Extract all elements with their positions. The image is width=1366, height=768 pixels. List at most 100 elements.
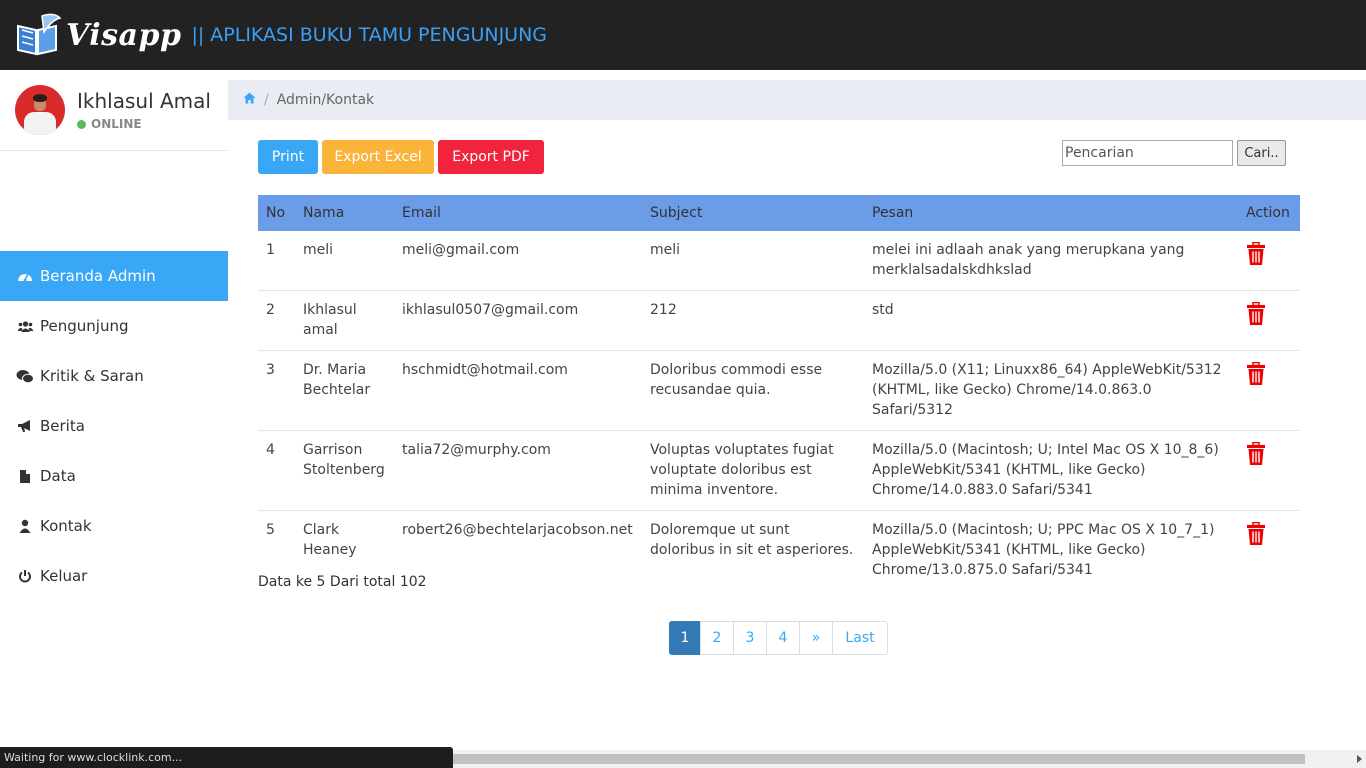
cell-action (1238, 231, 1300, 291)
bullhorn-icon (16, 418, 34, 434)
scrollbar-thumb[interactable] (453, 754, 1305, 764)
search-button[interactable]: Cari.. (1237, 140, 1286, 166)
sidebar-item-berita[interactable]: Berita (0, 401, 228, 451)
sidebar-item-label: Keluar (40, 567, 88, 585)
status-text: ONLINE (91, 117, 142, 131)
book-logo-icon (14, 12, 62, 58)
cell-subject: meli (650, 242, 681, 258)
column-header-action: Action (1246, 205, 1290, 221)
cell-no: 1 (266, 242, 275, 258)
dashboard-icon (16, 268, 34, 284)
trash-icon[interactable] (1246, 521, 1266, 552)
breadcrumb: / Admin/Kontak (228, 80, 1366, 120)
table-header-row: No Nama Email Subject Pesan Action (258, 195, 1300, 231)
sidebar-item-kritik-saran[interactable]: Kritik & Saran (0, 351, 228, 401)
table-row: 1 meli meli@gmail.com meli melei ini adl… (258, 231, 1300, 291)
cell-subject: Doloribus commodi esse recusandae quia. (642, 350, 864, 431)
user-name: Ikhlasul Amal (77, 89, 211, 113)
cell-email: ikhlasul0507@gmail.com (394, 290, 642, 351)
column-header-pesan: Pesan (872, 205, 914, 221)
home-icon[interactable] (243, 92, 256, 108)
breadcrumb-path: Admin/Kontak (276, 92, 375, 108)
cell-pesan: Mozilla/5.0 (Macintosh; U; PPC Mac OS X … (864, 510, 1238, 590)
logo-text: Visapp (66, 17, 182, 53)
trash-icon[interactable] (1246, 361, 1266, 392)
file-icon (16, 468, 34, 484)
cell-subject: Voluptas voluptates fugiat voluptate dol… (642, 430, 864, 511)
cell-no: 4 (258, 430, 295, 511)
cell-email: robert26@bechtelarjacobson.net (394, 510, 642, 590)
table-row: 3 Dr. Maria Bechtelar hschmidt@hotmail.c… (258, 350, 1300, 431)
sidebar-item-label: Data (40, 467, 76, 485)
top-navbar: Visapp || APLIKASI BUKU TAMU PENGUNJUNG (0, 0, 1366, 70)
trash-icon[interactable] (1246, 441, 1266, 472)
breadcrumb-separator: / (264, 92, 269, 108)
export-excel-button[interactable]: Export Excel (322, 140, 434, 174)
user-icon (16, 518, 34, 534)
page-1[interactable]: 1 (669, 621, 701, 655)
sidebar-item-beranda-admin[interactable]: Beranda Admin (0, 251, 228, 301)
cell-pesan: std (864, 290, 1238, 351)
scroll-right-arrow-icon[interactable] (1357, 755, 1362, 763)
power-icon (16, 568, 34, 584)
logo[interactable]: Visapp (14, 12, 181, 58)
cell-no: 3 (258, 350, 295, 431)
sidebar-item-pengunjung[interactable]: Pengunjung (0, 301, 228, 351)
cell-action (1238, 510, 1300, 590)
pagination: 1 2 3 4 » Last (669, 621, 888, 655)
data-info: Data ke 5 Dari total 102 (258, 574, 427, 590)
cell-nama: Ikhlasul amal (295, 290, 394, 351)
sidebar-item-label: Pengunjung (40, 317, 129, 335)
page-2[interactable]: 2 (700, 621, 734, 655)
users-icon (16, 318, 34, 334)
cell-nama: Garrison Stoltenberg (295, 430, 394, 511)
search-input[interactable] (1062, 140, 1233, 166)
cell-action (1238, 290, 1300, 351)
sidebar: Ikhlasul Amal ONLINE Beranda Admin Pengu… (0, 70, 228, 750)
sidebar-item-label: Kontak (40, 517, 92, 535)
cell-action (1238, 350, 1300, 431)
cell-nama: Dr. Maria Bechtelar (295, 350, 394, 431)
column-header-no: No (266, 205, 286, 221)
sidebar-item-label: Berita (40, 417, 85, 435)
trash-icon[interactable] (1246, 241, 1266, 272)
sidebar-menu: Beranda Admin Pengunjung Kritik & Saran … (0, 251, 228, 601)
online-dot-icon (77, 119, 86, 129)
user-status: ONLINE (77, 117, 211, 131)
sidebar-item-label: Beranda Admin (40, 267, 156, 285)
sidebar-item-kontak[interactable]: Kontak (0, 501, 228, 551)
page-last[interactable]: Last (832, 621, 888, 655)
cell-pesan: Mozilla/5.0 (X11; Linuxx86_64) AppleWebK… (864, 350, 1238, 431)
cell-no: 2 (258, 290, 295, 351)
cell-subject: 212 (642, 290, 864, 351)
browser-status-bar: Waiting for www.clocklink.com... (0, 747, 453, 768)
chat-icon (16, 368, 34, 384)
cell-email: hschmidt@hotmail.com (394, 350, 642, 431)
page-4[interactable]: 4 (766, 621, 800, 655)
avatar (15, 85, 65, 135)
page-next[interactable]: » (799, 621, 833, 655)
export-pdf-button[interactable]: Export PDF (438, 140, 544, 174)
table-row: 4 Garrison Stoltenberg talia72@murphy.co… (258, 430, 1300, 511)
page-3[interactable]: 3 (733, 621, 767, 655)
cell-nama: meli (303, 242, 334, 258)
print-button[interactable]: Print (258, 140, 318, 174)
horizontal-scrollbar[interactable] (453, 750, 1366, 768)
column-header-nama: Nama (303, 205, 345, 221)
cell-subject: Doloremque ut sunt doloribus in sit et a… (642, 510, 864, 590)
contacts-table: No Nama Email Subject Pesan Action 1 mel… (258, 195, 1300, 590)
sidebar-item-label: Kritik & Saran (40, 367, 144, 385)
cell-pesan: melei ini adlaah anak yang merupkana yan… (872, 242, 1185, 278)
column-header-subject: Subject (650, 205, 703, 221)
cell-pesan: Mozilla/5.0 (Macintosh; U; Intel Mac OS … (864, 430, 1238, 511)
user-panel: Ikhlasul Amal ONLINE (0, 70, 228, 151)
table-row: 2 Ikhlasul amal ikhlasul0507@gmail.com 2… (258, 290, 1300, 351)
sidebar-item-data[interactable]: Data (0, 451, 228, 501)
cell-email: talia72@murphy.com (394, 430, 642, 511)
column-header-email: Email (402, 205, 441, 221)
trash-icon[interactable] (1246, 301, 1266, 332)
app-title: || APLIKASI BUKU TAMU PENGUNJUNG (191, 24, 548, 46)
cell-email: meli@gmail.com (402, 242, 520, 258)
sidebar-item-keluar[interactable]: Keluar (0, 551, 228, 601)
cell-action (1238, 430, 1300, 511)
